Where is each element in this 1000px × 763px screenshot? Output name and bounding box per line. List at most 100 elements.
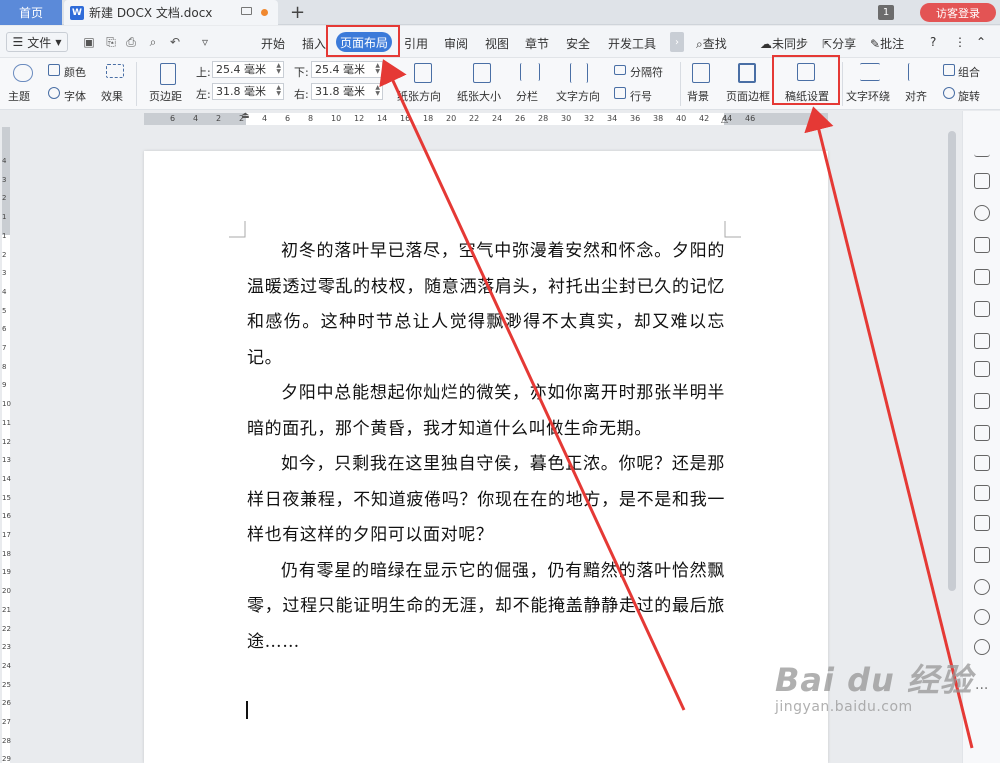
shield-icon[interactable] <box>974 579 990 595</box>
help-icon[interactable]: ? <box>930 35 936 49</box>
file-menu-button[interactable]: ☰ 文件 ▼ <box>6 32 68 52</box>
right-indent-marker-icon[interactable]: △ <box>721 115 728 125</box>
orientation-icon[interactable] <box>414 63 432 83</box>
menu-start[interactable]: 开始 <box>261 35 285 52</box>
orientation-button[interactable]: 纸张方向 <box>397 88 441 104</box>
menu-review[interactable]: 审阅 <box>444 35 468 52</box>
theme-button[interactable]: 主题 <box>8 88 30 104</box>
group-button[interactable]: 组合 <box>958 64 980 80</box>
background-icon[interactable] <box>692 63 710 83</box>
export-icon[interactable] <box>974 455 990 471</box>
theme-icon[interactable] <box>13 64 33 82</box>
line-number-icon[interactable] <box>614 87 626 99</box>
color-icon[interactable] <box>48 64 60 76</box>
columns-button[interactable]: 分栏 <box>516 88 538 104</box>
document-body[interactable]: 初冬的落叶早已落尽，空气中弥漫着安然和怀念。夕阳的温暖透过零乱的枝杈，随意洒落肩… <box>247 234 725 660</box>
chart-icon[interactable] <box>974 361 990 377</box>
share-button[interactable]: ⇱分享 <box>822 35 856 52</box>
margins-button[interactable]: 页边距 <box>149 88 182 104</box>
image-icon[interactable] <box>974 547 990 563</box>
separator-icon[interactable] <box>614 65 626 75</box>
cloud-icon: ☁ <box>760 37 772 51</box>
spin-arrows-icon[interactable]: ▲ ▼ <box>375 63 380 75</box>
align-button[interactable]: 对齐 <box>905 88 927 104</box>
menu-scroll-right-button[interactable]: › <box>670 32 684 52</box>
text-direction-button[interactable]: 文字方向 <box>556 88 600 104</box>
bottom-margin-field[interactable]: 25.4 毫米 ▲ ▼ <box>311 61 383 78</box>
indent-marker-icon[interactable]: ⏏ <box>241 111 250 121</box>
rotate-icon[interactable] <box>943 87 955 99</box>
vertical-ruler[interactable]: 4 3 2 1 1 2 3 4 5 6 7 8 9 10 11 12 13 14 15 16 17 18 19 20 21 22 2… <box>0 127 12 763</box>
customize-toolbar-icon[interactable]: ▿ <box>198 35 212 49</box>
background-button[interactable]: 背景 <box>687 88 709 104</box>
home-tab[interactable]: 首页 <box>0 0 62 25</box>
spin-arrows-icon[interactable]: ▲ ▼ <box>375 85 380 97</box>
spin-arrows-icon[interactable]: ▲ ▼ <box>276 85 281 97</box>
style-icon[interactable] <box>974 237 990 253</box>
effects-icon[interactable] <box>106 64 124 78</box>
help-circle-icon[interactable] <box>974 639 990 655</box>
document-tab[interactable]: W 新建 DOCX 文档.docx <box>64 0 278 25</box>
settings-sliders-icon[interactable] <box>974 393 990 409</box>
text-wrap-button[interactable]: 文字环绕 <box>846 88 890 104</box>
align-icon[interactable] <box>908 63 924 81</box>
group-icon[interactable] <box>943 64 955 76</box>
left-margin-field[interactable]: 31.8 毫米 ▲ ▼ <box>212 83 284 100</box>
history-icon[interactable] <box>974 609 990 625</box>
text-direction-icon[interactable] <box>570 63 588 83</box>
page-border-icon[interactable] <box>738 63 756 83</box>
paper-size-icon[interactable] <box>473 63 491 83</box>
undo-icon[interactable]: ↶ <box>168 35 182 49</box>
print-preview-icon[interactable]: ⌕ <box>146 35 160 49</box>
find-button[interactable]: ⌕查找 <box>696 35 727 52</box>
bottom-margin-label: 下: <box>294 66 309 79</box>
columns-icon[interactable] <box>520 63 540 81</box>
margins-icon[interactable] <box>160 63 176 85</box>
rotate-button[interactable]: 旋转 <box>958 88 980 104</box>
pen-icon[interactable] <box>974 141 990 157</box>
scrollbar-thumb[interactable] <box>948 131 956 591</box>
translate-icon[interactable] <box>974 485 990 501</box>
document-page[interactable]: 初冬的落叶早已落尽，空气中弥漫着安然和怀念。夕阳的温暖透过零乱的枝杈，随意洒落肩… <box>144 151 828 763</box>
comment-button[interactable]: ✎批注 <box>870 35 904 52</box>
visitor-login-button[interactable]: 访客登录 <box>920 3 996 22</box>
color-button[interactable]: 颜色 <box>64 64 86 80</box>
effects-button[interactable]: 效果 <box>101 88 123 104</box>
new-tab-button[interactable]: + <box>290 2 305 23</box>
horizontal-ruler[interactable]: 6 4 2 2 4 6 8 10 12 14 16 18 20 22 24 26 28 30 32 34 36 38 40 4… <box>0 111 944 127</box>
menu-view[interactable]: 视图 <box>485 35 509 52</box>
spin-arrows-icon[interactable]: ▲ ▼ <box>276 63 281 75</box>
apps-icon[interactable] <box>974 333 990 349</box>
menu-references[interactable]: 引用 <box>404 35 428 52</box>
location-icon[interactable] <box>974 205 990 221</box>
menu-insert[interactable]: 插入 <box>302 35 326 52</box>
font-theme-icon[interactable] <box>48 87 60 99</box>
monitor-icon[interactable] <box>241 7 252 15</box>
more-icon[interactable]: ⋮ <box>954 35 966 49</box>
paper-size-button[interactable]: 纸张大小 <box>457 88 501 104</box>
table-icon[interactable] <box>974 301 990 317</box>
more-tools-icon[interactable]: ··· <box>975 681 988 697</box>
file-menu-label: 文件 <box>27 35 52 50</box>
font-theme-button[interactable]: 字体 <box>64 88 86 104</box>
window-count-badge[interactable]: 1 <box>878 5 894 20</box>
collapse-ribbon-icon[interactable]: ⌃ <box>976 35 986 49</box>
text-wrap-icon[interactable] <box>860 63 880 81</box>
top-margin-field[interactable]: 25.4 毫米 ▲ ▼ <box>212 61 284 78</box>
sync-button[interactable]: ☁未同步 <box>760 35 808 52</box>
menu-security[interactable]: 安全 <box>566 35 590 52</box>
archive-icon[interactable] <box>974 515 990 531</box>
line-number-button[interactable]: 行号 <box>630 88 652 104</box>
right-margin-field[interactable]: 31.8 毫米 ▲ ▼ <box>311 83 383 100</box>
select-icon[interactable] <box>974 173 990 189</box>
chevron-down-icon: ▼ <box>55 37 62 47</box>
menu-chapter[interactable]: 章节 <box>525 35 549 52</box>
format-painter-icon[interactable]: ⎘ <box>104 35 118 49</box>
print-icon[interactable]: ⎙ <box>124 35 138 49</box>
separator-button[interactable]: 分隔符 <box>630 64 663 80</box>
page-border-button[interactable]: 页面边框 <box>726 88 770 104</box>
document-search-icon[interactable] <box>974 425 990 441</box>
menu-developer[interactable]: 开发工具 <box>608 35 656 52</box>
save-icon[interactable]: ▣ <box>82 35 96 49</box>
shape-icon[interactable] <box>974 269 990 285</box>
